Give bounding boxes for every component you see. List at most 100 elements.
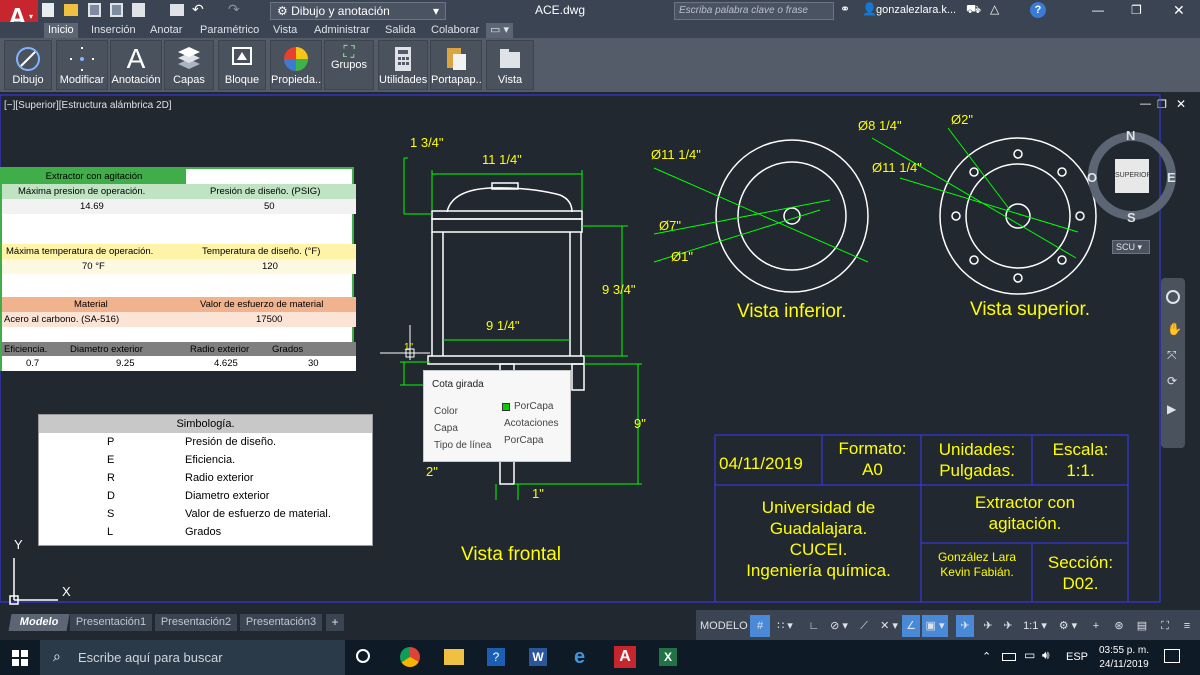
- orbit-icon[interactable]: ⟳: [1167, 374, 1177, 388]
- ribbon-button-grupos[interactable]: ⛶ Grupos: [324, 40, 374, 90]
- ortho-icon[interactable]: ∟: [806, 615, 822, 637]
- zoom-extents-icon[interactable]: ⤧: [1167, 348, 1177, 363]
- word-icon[interactable]: W: [529, 648, 547, 666]
- layout-tab-presentacion2[interactable]: Presentación2: [155, 614, 237, 631]
- user-icon[interactable]: 👤: [862, 2, 877, 16]
- ribbon-button-portapapeles[interactable]: Portapap...: [430, 40, 482, 90]
- undo-icon[interactable]: ↶: [192, 1, 204, 18]
- isolate-objects-icon[interactable]: ⊛: [1110, 615, 1128, 637]
- user-name[interactable]: gonzalezlara.k...: [876, 4, 958, 16]
- clock[interactable]: 03:55 p. m. 24/11/2019: [1094, 644, 1154, 672]
- tooltip-value: Acotaciones: [504, 418, 559, 429]
- workspace-switching-icon[interactable]: ⚙ ▾: [1054, 615, 1082, 637]
- save-as-icon[interactable]: [110, 3, 123, 17]
- university-line-4: Ingeniería química.: [746, 561, 891, 580]
- file-explorer-icon[interactable]: [444, 649, 464, 665]
- annotation-monitor-icon[interactable]: ✈: [956, 615, 974, 637]
- customization-icon[interactable]: ≡: [1178, 615, 1196, 637]
- hardware-acceleration-icon[interactable]: ▤: [1134, 615, 1150, 637]
- table-title-row: Extractor con agitación: [2, 169, 186, 184]
- cart-icon[interactable]: ⛟: [966, 2, 981, 18]
- add-layout-button[interactable]: +: [326, 614, 344, 631]
- gear-icon: ⚙: [277, 4, 288, 18]
- help-app-icon[interactable]: ?: [487, 648, 505, 666]
- annotation-visibility-icon[interactable]: ✈: [980, 615, 996, 637]
- drawing-area[interactable]: [−][Superior][Estructura alámbrica 2D] —…: [0, 92, 1200, 610]
- compass-n[interactable]: N: [1126, 128, 1135, 143]
- excel-icon[interactable]: X: [659, 648, 677, 666]
- tab-colaborar[interactable]: Colaborar: [427, 23, 483, 38]
- new-icon[interactable]: [42, 3, 54, 17]
- steering-wheel-icon[interactable]: [1166, 290, 1180, 304]
- tab-salida[interactable]: Salida: [381, 23, 420, 38]
- connect-icon[interactable]: △: [990, 2, 999, 16]
- autocad-taskbar-icon[interactable]: A: [614, 646, 636, 668]
- workspace-label: Dibujo y anotación: [291, 4, 390, 18]
- ucs-dropdown[interactable]: SCU ▾: [1112, 240, 1150, 254]
- volume-icon[interactable]: 🔊︎: [1042, 648, 1050, 663]
- battery-icon[interactable]: [1002, 653, 1016, 661]
- viewcube-face-superior[interactable]: SUPERIOR: [1115, 159, 1152, 193]
- dim-dia-11-1-4-bottom: Ø11 1/4": [651, 147, 701, 162]
- chrome-icon[interactable]: [400, 647, 420, 667]
- ribbon-button-utilidades[interactable]: Utilidades: [378, 40, 428, 90]
- layout-tab-presentacion1[interactable]: Presentación1: [70, 614, 152, 631]
- help-search-input[interactable]: Escriba palabra clave o frase: [674, 2, 834, 20]
- pan-icon[interactable]: ✋: [1167, 322, 1182, 336]
- ribbon-button-capas[interactable]: Capas: [164, 40, 214, 90]
- notifications-icon[interactable]: [1164, 649, 1180, 663]
- compass-o[interactable]: O: [1087, 170, 1097, 185]
- ribbon-button-vista[interactable]: Vista: [486, 40, 534, 90]
- isodraft-icon[interactable]: ⟋: [856, 615, 872, 637]
- plot-web-icon[interactable]: [132, 3, 145, 17]
- tab-anotar[interactable]: Anotar: [146, 23, 186, 38]
- ribbon-button-anotacion[interactable]: A Anotación: [110, 40, 162, 90]
- tab-insercion[interactable]: Inserción: [87, 23, 140, 38]
- windows-start-icon[interactable]: [12, 650, 28, 666]
- compass-s[interactable]: S: [1127, 210, 1136, 225]
- save-icon[interactable]: [88, 3, 101, 17]
- help-icon[interactable]: ?: [1030, 2, 1046, 18]
- object-snap-tracking-icon[interactable]: ✕ ▾: [878, 615, 900, 637]
- binoculars-icon[interactable]: ⚭: [840, 2, 850, 16]
- task-view-icon[interactable]: [356, 649, 370, 663]
- clean-screen-icon[interactable]: ⛶: [1156, 615, 1174, 637]
- tab-administrar[interactable]: Administrar: [310, 23, 374, 38]
- dim-1-bottom: 1": [532, 486, 544, 501]
- lineweight-icon[interactable]: ▣ ▾: [922, 615, 948, 637]
- layout-tab-presentacion3[interactable]: Presentación3: [240, 614, 322, 631]
- ribbon-button-dibujo[interactable]: Dibujo: [4, 40, 52, 90]
- snap-icon[interactable]: ∷ ▾: [774, 615, 796, 637]
- ribbon-button-bloque[interactable]: Bloque: [218, 40, 266, 90]
- restore-icon[interactable]: ❐: [1131, 3, 1142, 17]
- network-icon[interactable]: ▭: [1024, 648, 1035, 662]
- tray-chevron-icon[interactable]: ⌃: [982, 650, 991, 663]
- tab-parametrico[interactable]: Paramétrico: [196, 23, 263, 38]
- workspace-dropdown[interactable]: ⚙ Dibujo y anotación ▾: [270, 2, 446, 20]
- grid-icon[interactable]: #: [750, 615, 770, 637]
- ribbon-button-modificar[interactable]: Modificar: [56, 40, 108, 90]
- ribbon-options-button[interactable]: ▭ ▾: [486, 23, 513, 38]
- tab-vista[interactable]: Vista: [269, 23, 301, 38]
- layout-tab-modelo[interactable]: Modelo: [8, 614, 70, 631]
- polar-icon[interactable]: ⊘ ▾: [828, 615, 850, 637]
- windows-taskbar: ⌕ Escribe aquí para buscar ? W e A X ⌃ ▭…: [0, 640, 1200, 675]
- showmotion-icon[interactable]: ▶: [1167, 402, 1176, 416]
- object-snap-icon[interactable]: ∠: [902, 615, 920, 637]
- edge-icon[interactable]: e: [574, 646, 585, 669]
- close-icon[interactable]: ✕: [1173, 2, 1185, 19]
- compass-e[interactable]: E: [1167, 170, 1176, 185]
- open-icon[interactable]: [64, 4, 78, 16]
- plus-icon[interactable]: +: [1088, 615, 1104, 637]
- model-space-button[interactable]: MODELO: [700, 615, 748, 637]
- auto-scale-icon[interactable]: ✈: [1000, 615, 1016, 637]
- ribbon-button-propiedades[interactable]: Propieda...: [270, 40, 322, 90]
- language-indicator[interactable]: ESP: [1066, 651, 1088, 663]
- print-icon[interactable]: [170, 4, 184, 16]
- minimize-icon[interactable]: —: [1092, 3, 1104, 17]
- annotation-scale-dropdown[interactable]: 1:1 ▾: [1020, 615, 1050, 637]
- tab-inicio[interactable]: Inicio: [44, 23, 78, 38]
- viewcube[interactable]: SUPERIOR: [1088, 132, 1176, 220]
- redo-icon[interactable]: ↷: [228, 1, 240, 18]
- taskbar-search-box[interactable]: ⌕ Escribe aquí para buscar: [40, 640, 345, 675]
